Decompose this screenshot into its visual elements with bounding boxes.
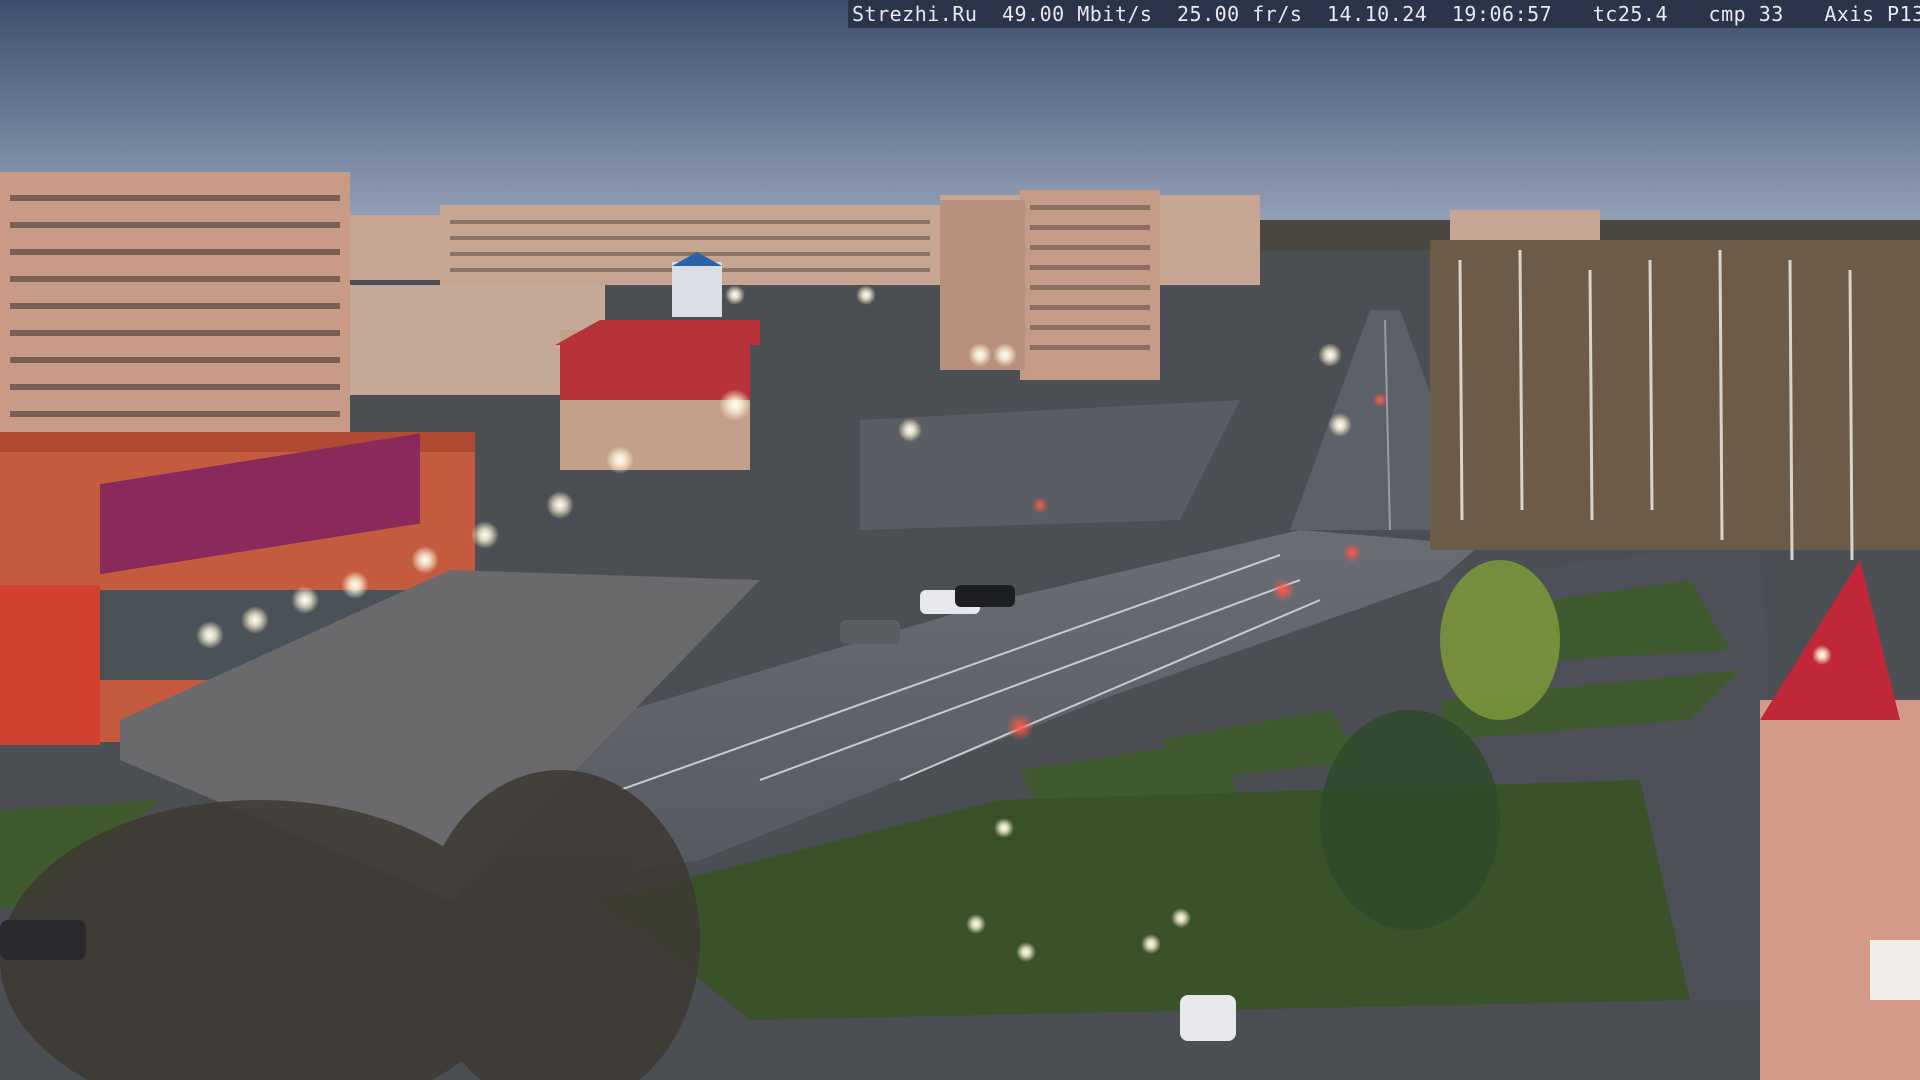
camera-frame: Strezhi.Ru 49.00 Mbit/s 25.00 fr/s 14.10… — [0, 0, 1920, 1080]
plaza — [860, 400, 1240, 530]
overlay-cmp: cmp 33 — [1708, 2, 1784, 26]
overlay-bitrate: 49.00 Mbit/s — [1001, 2, 1153, 26]
overlay-time: 19:06:57 — [1451, 2, 1553, 26]
birch-forest — [1430, 240, 1920, 550]
overlay-camera: Axis P1375 — [1824, 2, 1920, 26]
blue-roof-tower — [672, 262, 722, 317]
overlay-site: Strezhi.Ru — [852, 2, 978, 26]
street-scene — [0, 0, 1920, 1080]
right-foreground-building — [1760, 700, 1920, 1080]
camera-overlay-bar: Strezhi.Ru 49.00 Mbit/s 25.00 fr/s 14.10… — [848, 0, 1920, 28]
overlay-framerate: 25.00 fr/s — [1177, 2, 1303, 26]
overlay-tc: tc25.4 — [1592, 2, 1668, 26]
overlay-date: 14.10.24 — [1326, 2, 1428, 26]
